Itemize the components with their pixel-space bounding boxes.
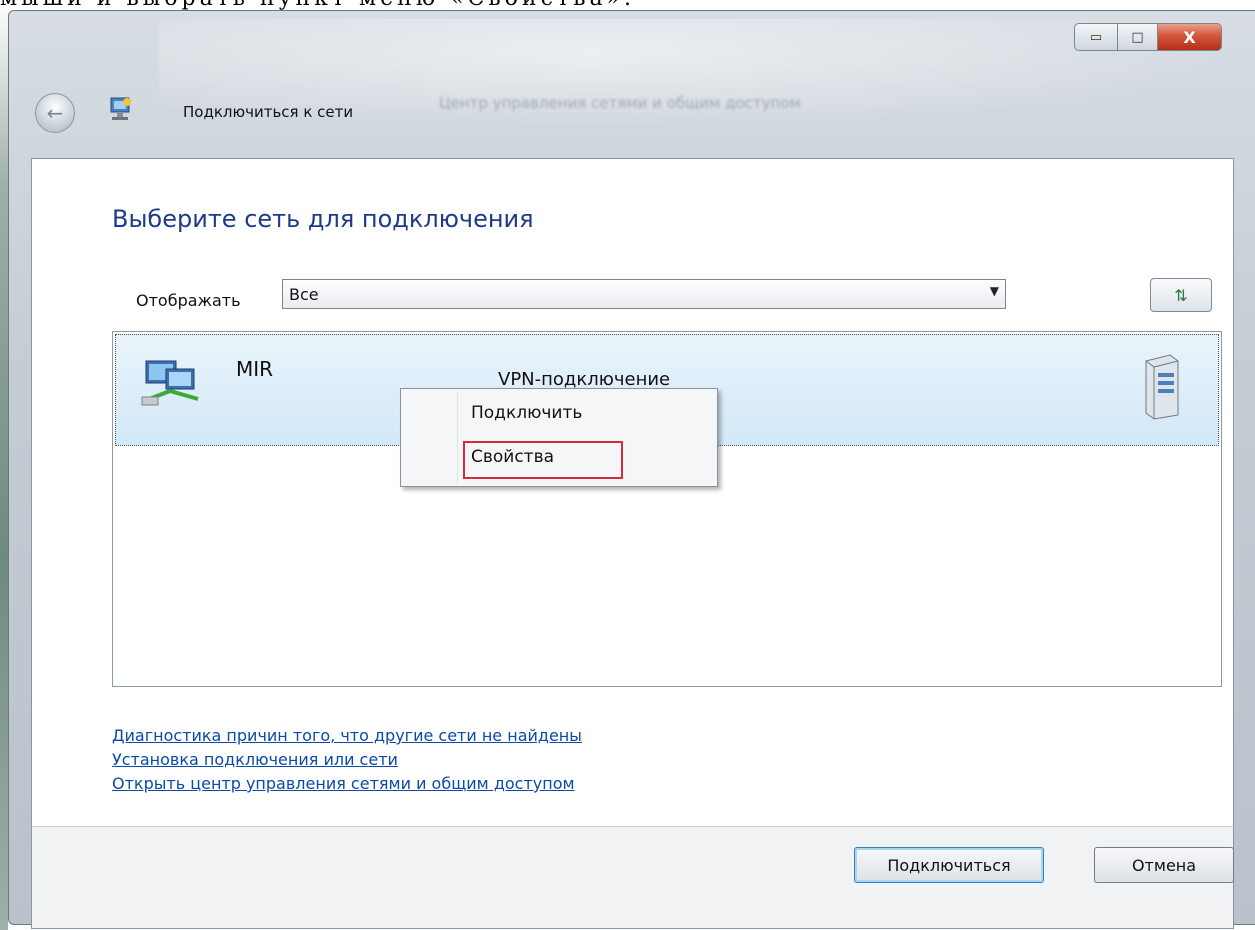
network-name: MIR: [236, 357, 274, 381]
back-arrow-icon: ←: [46, 101, 64, 125]
connect-button[interactable]: Подключиться: [854, 847, 1044, 883]
server-icon: [1145, 354, 1179, 420]
show-filter-label: Отображать: [136, 291, 241, 310]
background-window-title: Центр управления сетями и общим доступом: [439, 94, 801, 112]
diagnose-link[interactable]: Диагностика причин того, что другие сети…: [112, 724, 582, 748]
network-type: VPN-подключение: [498, 369, 671, 390]
properties-highlight-box: [463, 441, 623, 479]
document-text-line: мыши и выбрать пункт меню «Свойства».: [0, 0, 760, 10]
network-center-link[interactable]: Открыть центр управления сетями и общим …: [112, 772, 582, 796]
dropdown-arrow-icon: ▼: [989, 284, 999, 298]
network-connection-icon: [110, 97, 131, 120]
help-links: Диагностика причин того, что другие сети…: [112, 724, 582, 796]
dialog-footer: Подключиться Отмена: [31, 826, 1234, 929]
refresh-icon: ⇅: [1174, 285, 1188, 305]
vpn-connection-icon: [141, 360, 199, 406]
show-filter-value: Все: [289, 285, 319, 304]
content-pane: Выберите сеть для подключения Отображать…: [31, 158, 1234, 826]
desktop-edge: [0, 0, 8, 930]
maximize-button[interactable]: □: [1118, 23, 1158, 51]
back-button[interactable]: ←: [35, 93, 75, 133]
close-icon: X: [1183, 27, 1196, 47]
setup-connection-link[interactable]: Установка подключения или сети: [112, 748, 582, 772]
menu-item-connect[interactable]: Подключить: [471, 403, 582, 423]
window-title: Подключиться к сети: [183, 103, 354, 121]
maximize-icon: □: [1131, 29, 1144, 45]
network-list[interactable]: MIR VPN-подключение: [112, 331, 1222, 687]
minimize-icon: ▭: [1089, 29, 1103, 45]
refresh-button[interactable]: ⇅: [1150, 278, 1212, 312]
show-filter-dropdown[interactable]: Все ▼: [282, 279, 1006, 309]
minimize-button[interactable]: ▭: [1074, 23, 1118, 51]
close-button[interactable]: X: [1158, 23, 1222, 51]
caption-buttons: ▭ □ X: [1074, 23, 1222, 53]
cancel-button[interactable]: Отмена: [1094, 847, 1234, 883]
menu-gutter: [457, 391, 458, 485]
context-menu: Подключить Свойства: [400, 388, 718, 487]
page-heading: Выберите сеть для подключения: [112, 205, 534, 233]
